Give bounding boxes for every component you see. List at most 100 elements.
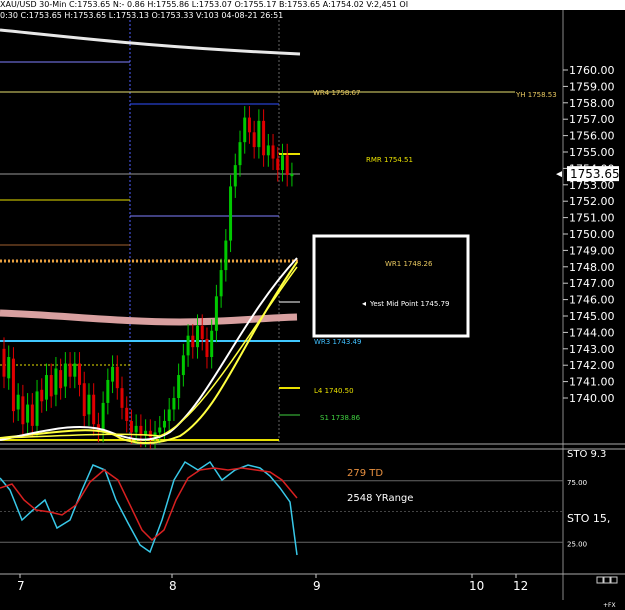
sto-label-top: STO 9.3: [567, 449, 606, 460]
candle-body: [40, 389, 44, 402]
candle-body: [120, 388, 124, 408]
candle-body: [158, 427, 162, 433]
candle-body: [262, 120, 266, 156]
candle-body: [78, 363, 82, 385]
candle-body: [73, 363, 77, 377]
candle-body: [191, 335, 195, 348]
candle-body: [196, 325, 200, 348]
price-chart[interactable]: 1760.00 1759.00 1758.00 1757.00 1756.00 1755.…: [0, 0, 625, 610]
stoch-tick-label: 75.00: [567, 479, 587, 487]
level-label: YH 1758.53: [515, 91, 557, 99]
time-label: 7: [17, 579, 25, 593]
window-button: [610, 576, 618, 584]
candle-body: [30, 404, 34, 426]
candle-body: [233, 165, 237, 187]
candle-body: [129, 420, 133, 433]
price-tick-label: 1745.00: [569, 310, 615, 323]
time-label: 9: [313, 579, 321, 593]
time-label: 12: [513, 579, 528, 593]
price-tick-label: 1751.00: [569, 212, 615, 225]
long-ma-line: [0, 28, 301, 56]
price-tick-label: 1748.00: [569, 261, 615, 274]
candle-body: [276, 158, 280, 171]
level-label: S1 1738.86: [320, 414, 361, 422]
window-button: [603, 576, 611, 584]
candle-body: [271, 145, 275, 159]
fx-label: +FX: [603, 602, 616, 609]
candle-body: [35, 391, 39, 426]
candle-body: [162, 420, 166, 428]
candle-body: [59, 370, 63, 389]
candle-body: [219, 270, 223, 297]
price-tick-label: 1747.00: [569, 277, 615, 290]
level-label: WR1 1748.26: [385, 260, 433, 268]
price-tick-label: 1741.00: [569, 376, 615, 389]
price-tick-label: 1758.00: [569, 97, 615, 110]
candle-body: [238, 142, 242, 166]
candle-body: [205, 338, 209, 357]
candle-body: [125, 407, 129, 421]
candle-body: [49, 375, 53, 397]
highlight-box: [312, 234, 470, 338]
candle-body: [280, 155, 284, 171]
price-tick-label: 1744.00: [569, 326, 615, 339]
candle-body: [115, 366, 119, 389]
yrange-label: 2548 YRange: [347, 493, 413, 504]
candle-body: [200, 325, 204, 339]
price-tick-label: 1760.00: [569, 64, 615, 77]
candle-body: [148, 430, 152, 438]
candle-body: [186, 335, 190, 356]
price-tick-label: 1742.00: [569, 359, 615, 372]
price-tick-label: 1740.00: [569, 392, 615, 405]
candle-body: [243, 117, 247, 143]
candle-body: [106, 379, 110, 403]
candle-body: [290, 174, 294, 177]
candle-body: [167, 409, 171, 421]
mid-point-arrow: ◂: [362, 299, 366, 308]
candle-body: [247, 117, 251, 133]
candle-body: [229, 186, 233, 241]
candle-body: [44, 375, 48, 400]
candle-body: [68, 363, 72, 377]
candle-body: [11, 358, 15, 412]
candle-body: [172, 398, 176, 410]
yellow-ma-line: [0, 261, 298, 444]
white-ma-line: [0, 257, 298, 441]
candle-body: [177, 375, 181, 398]
price-tick-label: 1755.00: [569, 146, 615, 159]
candle-body: [92, 394, 96, 425]
stoch-tick-label: 25.00: [567, 540, 587, 548]
level-label: WR4 1758.67: [313, 89, 360, 97]
candle-body: [266, 145, 270, 156]
candle-body: [7, 357, 11, 379]
price-tick-label: 1746.00: [569, 294, 615, 307]
stoch-k-line: [0, 460, 298, 556]
candle-body: [16, 394, 20, 410]
candle-body: [21, 396, 25, 425]
candle-body: [63, 363, 67, 387]
candle-body: [285, 155, 289, 175]
candle-body: [214, 296, 218, 331]
candle-body: [181, 355, 185, 376]
price-tick-label: 1756.00: [569, 130, 615, 143]
price-tick-label: 1759.00: [569, 80, 615, 93]
candle-body: [101, 402, 105, 431]
price-tick-label: 1743.00: [569, 343, 615, 356]
price-tick-label: 1752.00: [569, 195, 615, 208]
candles: [2, 106, 294, 449]
current-price-label: 1753.65: [570, 167, 620, 181]
price-tick-label: 1750.00: [569, 228, 615, 241]
stoch-d-line: [0, 467, 298, 542]
level-label: Yest Mid Point 1745.79: [369, 300, 449, 308]
level-label: L4 1740.50: [314, 387, 354, 395]
yellow-ma-line-2: [0, 266, 298, 439]
candle-body: [2, 348, 6, 377]
candle-body: [87, 394, 91, 415]
time-label: 10: [469, 579, 484, 593]
candle-body: [224, 240, 228, 271]
candle-body: [82, 383, 86, 417]
price-tick-label: 1757.00: [569, 113, 615, 126]
time-label: 8: [169, 579, 177, 593]
candle-body: [111, 366, 115, 382]
level-label: WR3 1743.49: [314, 338, 361, 346]
